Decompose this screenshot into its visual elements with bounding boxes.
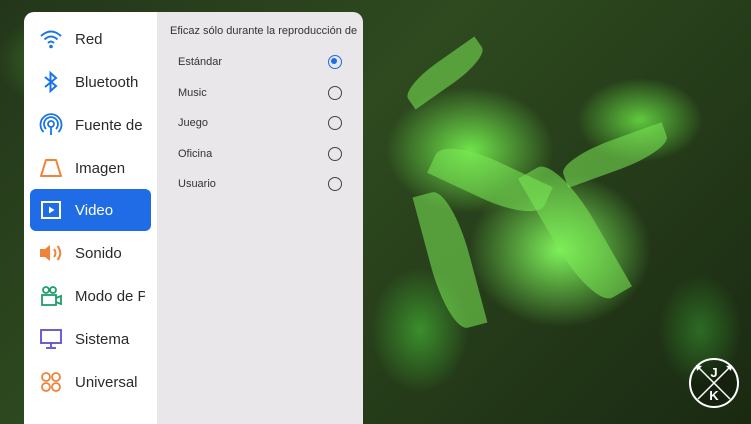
menu-item-red[interactable]: Red: [30, 18, 151, 60]
menu-item-universal[interactable]: Universal: [30, 361, 151, 403]
option-label: Estándar: [178, 56, 223, 68]
menu-item-label: Bluetooth: [75, 73, 139, 91]
menu-item-fuente[interactable]: Fuente de S: [30, 104, 151, 146]
option-juego[interactable]: Juego: [178, 111, 344, 135]
menu-item-sonido[interactable]: Sonido: [30, 232, 151, 274]
radio-button[interactable]: [328, 86, 342, 100]
menu-item-label: Red: [75, 30, 103, 48]
option-label: Juego: [178, 117, 208, 129]
menu-item-label: Sonido: [75, 244, 122, 262]
menu-item-label: Sistema: [75, 330, 130, 348]
menu-item-modo[interactable]: Modo de P: [30, 275, 151, 317]
svg-text:K: K: [709, 388, 719, 403]
universal-icon: [38, 369, 64, 395]
menu-item-sistema[interactable]: Sistema: [30, 318, 151, 360]
fern-leaf: [400, 36, 490, 110]
menu-item-label: Fuente de S: [75, 116, 145, 134]
radio-button[interactable]: [328, 147, 342, 161]
option-oficina[interactable]: Oficina: [178, 142, 344, 166]
option-estandar[interactable]: Estándar: [178, 50, 344, 74]
radio-button-selected[interactable]: [328, 55, 342, 69]
watermark-logo: J K: [688, 357, 740, 409]
menu-item-label: Universal: [75, 373, 138, 391]
option-usuario[interactable]: Usuario: [178, 172, 344, 196]
menu-item-video[interactable]: Video: [30, 189, 151, 231]
monitor-icon: [38, 326, 64, 352]
option-label: Usuario: [178, 178, 216, 190]
settings-menu: Red Bluetooth Fuente de S Imagen Video S…: [24, 12, 157, 424]
options-header: Eficaz sólo durante la reproducción de: [170, 25, 358, 37]
svg-text:J: J: [710, 365, 717, 380]
source-icon: [38, 112, 64, 138]
radio-button[interactable]: [328, 177, 342, 191]
menu-item-label: Video: [75, 201, 114, 219]
fern-leaf: [412, 187, 488, 333]
bluetooth-icon: [38, 69, 64, 95]
video-icon: [38, 197, 64, 223]
image-icon: [38, 155, 64, 181]
video-options-panel: Eficaz sólo durante la reproducción de E…: [157, 12, 363, 424]
sound-icon: [38, 240, 64, 266]
option-music[interactable]: Music: [178, 81, 344, 105]
menu-item-label: Modo de P: [75, 287, 145, 305]
fern-leaf: [558, 122, 672, 188]
radio-button[interactable]: [328, 116, 342, 130]
option-label: Music: [178, 87, 207, 99]
menu-item-bluetooth[interactable]: Bluetooth: [30, 61, 151, 103]
wifi-icon: [38, 26, 64, 52]
projector-icon: [38, 283, 64, 309]
menu-item-label: Imagen: [75, 159, 126, 177]
menu-item-imagen[interactable]: Imagen: [30, 147, 151, 189]
option-label: Oficina: [178, 148, 213, 160]
